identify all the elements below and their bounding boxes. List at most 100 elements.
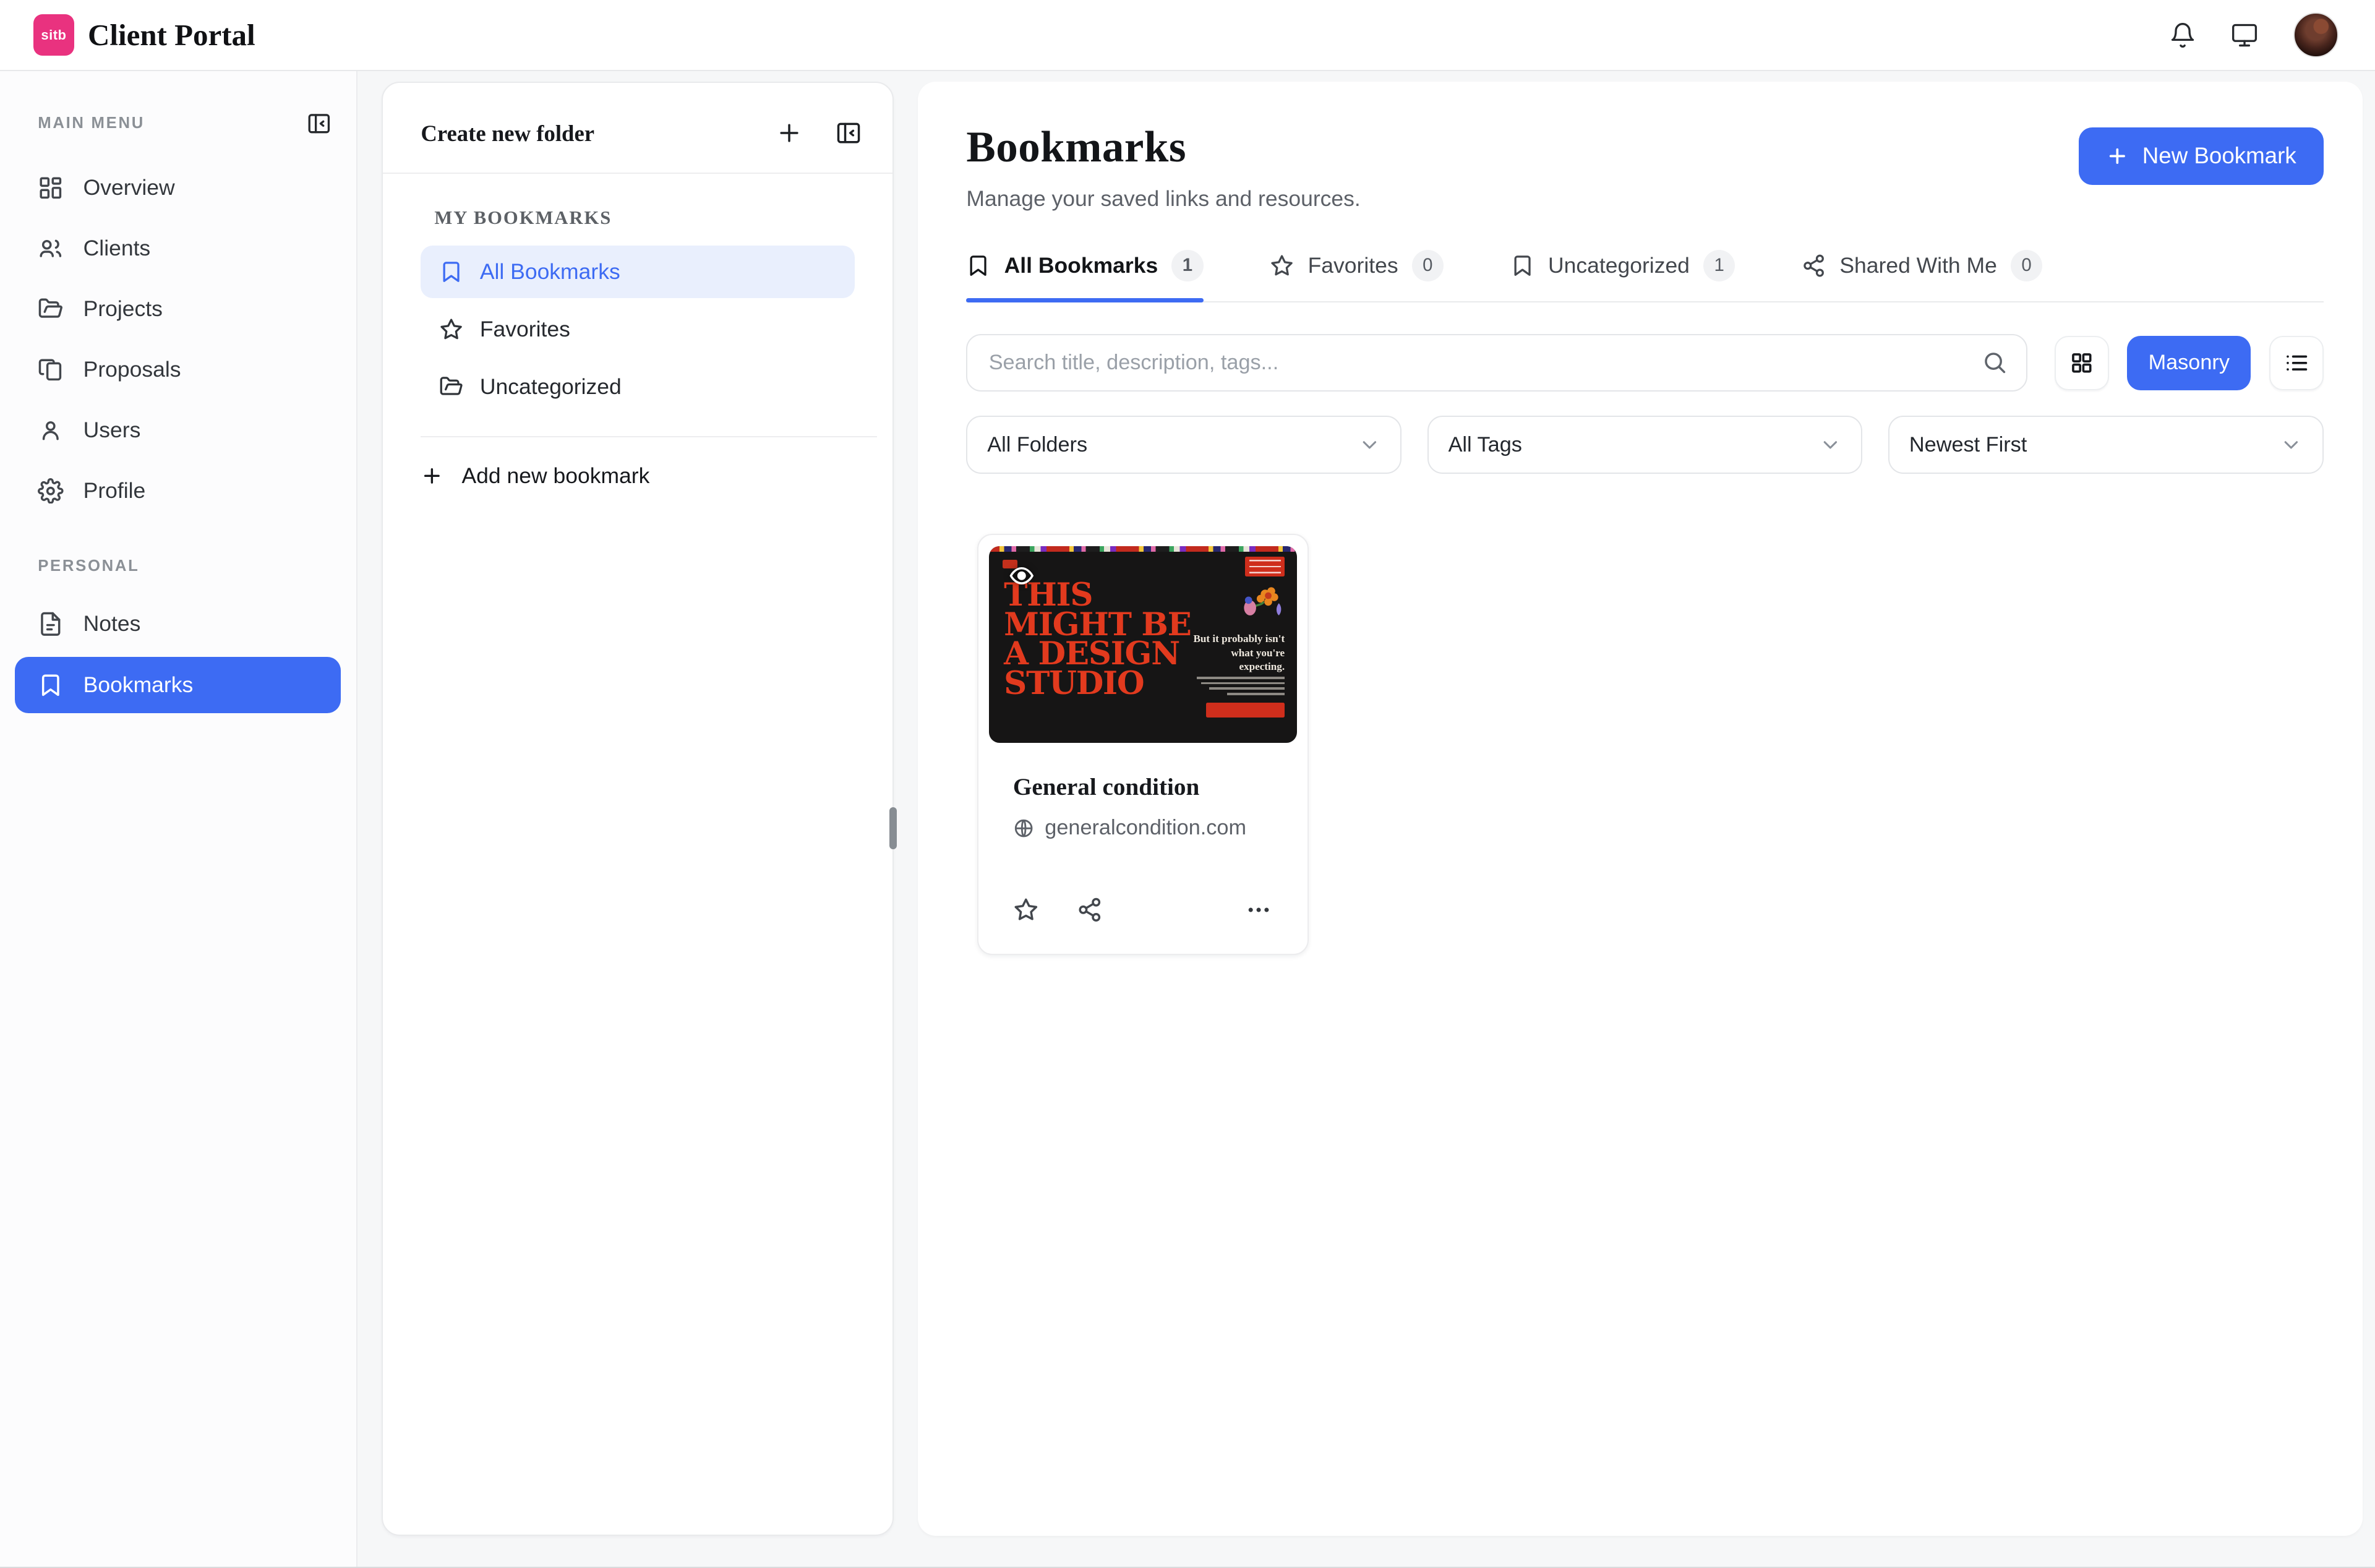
page-subtitle: Manage your saved links and resources. — [966, 186, 1361, 212]
toolbar: Masonry — [966, 334, 2324, 392]
sidebar-item-label: Proposals — [83, 357, 181, 382]
preview-text-bar — [1197, 677, 1285, 679]
note-icon — [41, 612, 61, 636]
sidebar-item-overview[interactable]: Overview — [15, 158, 341, 218]
tab-label: Shared With Me — [1839, 252, 1997, 278]
sidebar-item-label: Notes — [83, 611, 141, 636]
grid-view-button[interactable] — [2054, 335, 2109, 390]
folder-item-all-bookmarks[interactable]: All Bookmarks — [421, 245, 855, 299]
users-icon — [40, 239, 62, 257]
user-avatar[interactable] — [2293, 12, 2339, 58]
bookmark-card: THIS MIGHT BE A DESIGN STUDIO But it pro… — [977, 534, 1309, 956]
preview-text-bar — [1209, 687, 1285, 690]
masonry-view-button[interactable]: Masonry — [2127, 335, 2251, 390]
new-bookmark-label: New Bookmark — [2142, 143, 2296, 169]
search-input[interactable] — [966, 334, 2027, 392]
sort-select[interactable]: Newest First — [1888, 416, 2324, 474]
app-shell: MAIN MENU Overview Clients Projects Prop… — [0, 71, 2375, 1567]
panel-resize-handle[interactable] — [889, 807, 897, 850]
globe-icon — [1014, 819, 1033, 838]
sidebar-collapse-icon[interactable] — [306, 111, 332, 137]
sidebar: MAIN MENU Overview Clients Projects Prop… — [0, 71, 357, 1567]
gear-icon — [38, 478, 64, 504]
view-toggle-group: Masonry — [2054, 335, 2324, 390]
bookmark-url[interactable]: generalcondition.com — [1045, 816, 1246, 840]
folder-filter-select[interactable]: All Folders — [966, 416, 1402, 474]
list-view-button[interactable] — [2269, 335, 2324, 390]
sort-value: Newest First — [1909, 432, 2027, 456]
bookmark-icon — [443, 262, 460, 282]
tab-label: Favorites — [1307, 252, 1398, 278]
tag-filter-select[interactable]: All Tags — [1427, 416, 1863, 474]
topbar: sitb Client Portal — [0, 0, 2375, 72]
topbar-actions — [2169, 12, 2339, 58]
sidebar-item-profile[interactable]: Profile — [15, 460, 341, 521]
folder-item-favorites[interactable]: Favorites — [421, 303, 854, 356]
thumbnail-glitch-strip — [988, 546, 1297, 552]
add-new-bookmark-button[interactable]: Add new bookmark — [421, 463, 854, 489]
sidebar-section-main: MAIN MENU — [38, 114, 145, 132]
tab-all-bookmarks[interactable]: All Bookmarks 1 — [966, 249, 1204, 303]
sidebar-item-users[interactable]: Users — [15, 400, 341, 460]
share-icon — [1804, 254, 1825, 277]
folders-panel-header: Create new folder — [383, 83, 892, 174]
bookmark-card-actions — [989, 840, 1297, 954]
panel-divider — [421, 436, 878, 437]
sidebar-item-notes[interactable]: Notes — [15, 594, 341, 654]
new-bookmark-button[interactable]: New Bookmark — [2078, 127, 2324, 185]
tab-count-badge: 0 — [1411, 249, 1444, 282]
tab-count-badge: 0 — [2010, 249, 2043, 282]
bookmark-card-body: General condition generalcondition.com — [989, 743, 1297, 840]
search-field — [966, 334, 2027, 392]
bookmark-icon — [42, 674, 59, 696]
add-folder-icon[interactable] — [776, 119, 803, 147]
preview-cta-button — [1205, 702, 1285, 718]
sidebar-item-clients[interactable]: Clients — [15, 218, 341, 279]
create-folder-label[interactable]: Create new folder — [421, 120, 776, 147]
tab-count-badge: 1 — [1171, 249, 1204, 282]
sidebar-item-bookmarks[interactable]: Bookmarks — [15, 657, 341, 713]
folder-item-label: Favorites — [479, 316, 570, 341]
page-title: Bookmarks — [966, 123, 1187, 172]
preview-text-bar — [1227, 692, 1285, 695]
sidebar-item-label: Clients — [83, 236, 151, 261]
bookmark-thumbnail[interactable]: THIS MIGHT BE A DESIGN STUDIO But it pro… — [988, 546, 1297, 743]
sidebar-item-proposals[interactable]: Proposals — [15, 340, 341, 400]
favorite-star-icon[interactable] — [1013, 897, 1039, 923]
bookmark-grid: THIS MIGHT BE A DESIGN STUDIO But it pro… — [966, 474, 2323, 956]
app-logo: sitb — [33, 14, 74, 56]
chevron-down-icon — [1823, 440, 1837, 449]
star-icon — [1271, 255, 1293, 276]
bookmark-tabs: All Bookmarks 1 Favorites 0 Uncategorize… — [966, 249, 2324, 303]
folder-item-uncategorized[interactable]: Uncategorized — [421, 361, 854, 414]
sidebar-section-personal: PERSONAL — [38, 557, 140, 575]
preview-eye-icon[interactable] — [1009, 563, 1035, 589]
more-options-icon[interactable] — [1245, 896, 1272, 923]
share-icon[interactable] — [1077, 897, 1103, 923]
bookmark-icon — [970, 255, 987, 276]
preview-text-bar — [1201, 682, 1285, 685]
my-bookmarks-section-label: MY BOOKMARKS — [434, 207, 612, 228]
bell-icon[interactable] — [2169, 22, 2196, 49]
chevron-down-icon — [1363, 440, 1376, 449]
grid-icon — [2072, 353, 2092, 373]
panel-collapse-icon[interactable] — [835, 119, 862, 147]
folders-panel: Create new folder MY BOOKMARKS All Bookm… — [382, 82, 897, 1536]
dashboard-icon — [40, 177, 62, 199]
display-icon[interactable] — [2231, 22, 2258, 49]
bookmark-title[interactable]: General condition — [1013, 773, 1273, 801]
user-icon — [43, 421, 59, 440]
preview-tagline: But it probably isn't what you're expect… — [1193, 633, 1285, 672]
bookmark-icon — [1514, 255, 1531, 276]
search-icon[interactable] — [1982, 349, 2008, 375]
preview-headline: THIS MIGHT BE A DESIGN STUDIO — [1004, 576, 1192, 703]
sidebar-item-projects[interactable]: Projects — [15, 279, 341, 340]
tab-shared-with-me[interactable]: Shared With Me 0 — [1802, 249, 2043, 301]
sidebar-item-label: Overview — [83, 175, 175, 200]
tab-uncategorized[interactable]: Uncategorized 1 — [1510, 249, 1735, 301]
bookmark-url-row: generalcondition.com — [1013, 816, 1273, 840]
brand[interactable]: sitb Client Portal — [33, 14, 255, 56]
tab-favorites[interactable]: Favorites 0 — [1270, 249, 1444, 301]
bookmarks-main: Bookmarks Manage your saved links and re… — [918, 82, 2363, 1536]
plus-icon — [2109, 148, 2125, 164]
